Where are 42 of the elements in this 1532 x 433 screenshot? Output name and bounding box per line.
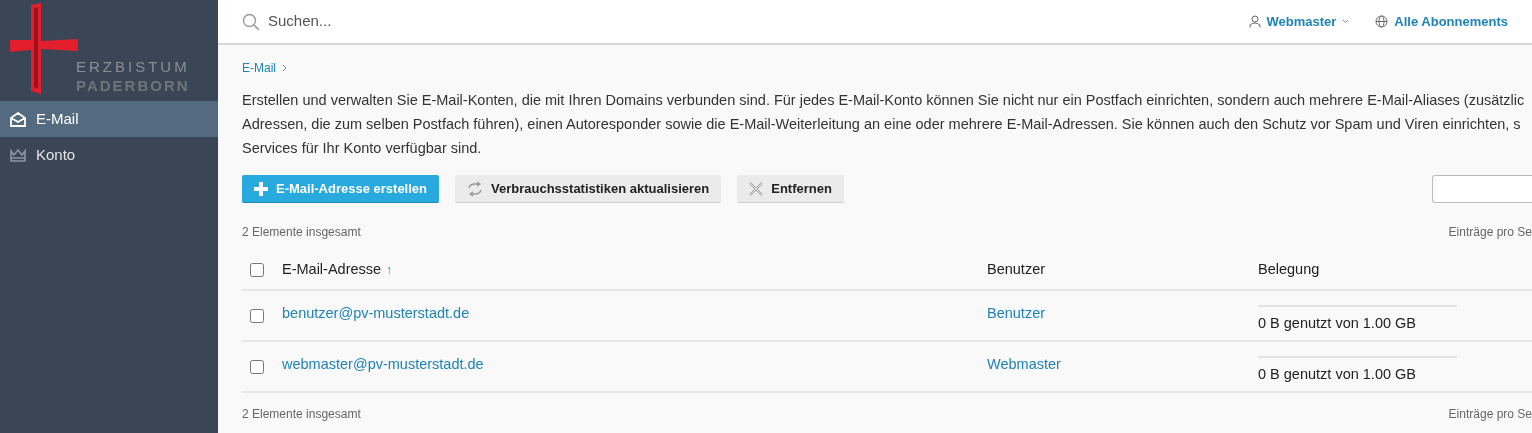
remove-button[interactable]: Entfernen <box>737 175 844 203</box>
subscriptions-link[interactable]: Alle Abonnements <box>1375 11 1508 32</box>
checkbox[interactable] <box>250 308 264 323</box>
usage-text: 0 B genutzt von 1.00 GB <box>1258 314 1417 333</box>
filter-field[interactable] <box>1432 175 1532 203</box>
user-icon <box>1248 15 1261 28</box>
envelope-icon <box>10 111 26 127</box>
usage-text: 0 B genutzt von 1.00 GB <box>1258 365 1417 384</box>
per-page-label: Einträge pro Se <box>1448 224 1532 241</box>
sidebar-item[interactable]: Konto <box>0 137 218 173</box>
refresh-icon <box>467 180 483 197</box>
total-count: 2 Elemente insgesamt <box>242 224 361 241</box>
crown-icon <box>10 147 26 163</box>
user-menu[interactable]: Webmaster <box>1248 11 1350 32</box>
email-link[interactable]: webmaster@pv-musterstadt.de <box>282 354 987 376</box>
user-link[interactable]: Benutzer <box>987 303 1046 325</box>
search-field[interactable]: Suchen... <box>268 10 568 33</box>
column-header[interactable]: Benutzer <box>987 259 1046 281</box>
chevron-down-icon <box>1342 19 1350 24</box>
description-text: Erstellen und verwalten Sie E-Mail-Konten, die mit Ihren Domains verbunden sind. Für jedes E-Mail-Konto können Sie nicht nur ein Postfach einrichten, sondern auch mehrere E-Mail-Aliases (zusätzlic <box>242 91 1525 110</box>
refresh-button[interactable]: Verbrauchsstatistiken aktualisieren <box>455 175 722 203</box>
description-text: Services für Ihr Konto verfügbar sind. <box>242 139 482 158</box>
column-header[interactable]: E-Mail-Adresse <box>282 259 382 281</box>
column-header[interactable]: Belegung <box>1258 259 1320 281</box>
checkbox[interactable] <box>250 263 264 277</box>
cross-logo-icon <box>10 3 78 94</box>
chevron-right-icon <box>282 64 287 72</box>
email-link[interactable]: benutzer@pv-musterstadt.de <box>282 303 987 325</box>
search-icon <box>242 12 260 31</box>
sort-arrow: ↑ <box>386 262 393 279</box>
description-text: Adressen, die zum selben Postfach führen), einen Autoresponder sowie die E-Mail-Weiterleitung an eine oder mehrere E-Mail-Adressen. Sie können auch den Schutz vor Spam und Viren einrichten, s <box>242 115 1521 134</box>
user-link[interactable]: Webmaster <box>987 354 1061 376</box>
plus-icon <box>254 181 268 196</box>
logo-text: ERZBISTUM <box>76 57 190 76</box>
checkbox[interactable] <box>250 359 264 374</box>
total-count: 2 Elemente insgesamt <box>242 406 361 423</box>
sidebar-item[interactable]: E-Mail <box>0 101 218 137</box>
create-button[interactable]: E-Mail-Adresse erstellen <box>242 175 439 203</box>
close-icon <box>749 181 764 196</box>
per-page-label: Einträge pro Se <box>1448 406 1532 423</box>
globe-icon <box>1375 15 1389 28</box>
breadcrumb-link[interactable]: E-Mail <box>242 59 276 77</box>
